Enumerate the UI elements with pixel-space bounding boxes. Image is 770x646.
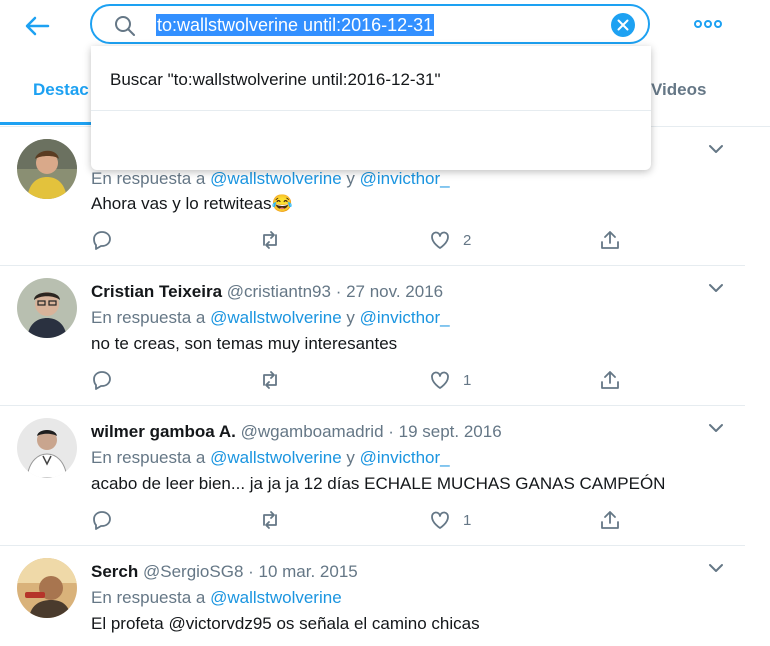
clear-search-icon[interactable]: [611, 13, 635, 37]
mention-link[interactable]: @wallstwolverine: [210, 588, 342, 607]
active-tab-indicator: [0, 122, 92, 125]
tweet-text: Ahora vas y lo retwiteas😂: [91, 194, 293, 213]
reply-context: En respuesta a @wallstwolverine: [91, 588, 342, 608]
retweet-icon[interactable]: [258, 508, 282, 532]
back-arrow-icon[interactable]: [22, 11, 52, 41]
author-name[interactable]: Serch: [91, 562, 138, 581]
reply-prefix: En respuesta a: [91, 169, 211, 188]
search-suggestion-item[interactable]: Buscar "to:wallstwolverine until:2016-12…: [110, 70, 441, 90]
reply-icon[interactable]: [90, 368, 114, 392]
reply-prefix: En respuesta a: [91, 448, 211, 467]
reply-context: En respuesta a @wallstwolverine y @invic…: [91, 308, 450, 328]
tweet-header: wilmer gamboa A. @wgamboamadrid · 19 sep…: [91, 422, 502, 442]
like-count: 2: [463, 232, 472, 249]
mention-link[interactable]: @wallstwolverine: [210, 308, 342, 327]
separator: ·: [243, 562, 259, 581]
tweet[interactable]: Serch @SergioSG8 · 10 mar. 2015 En respu…: [0, 546, 745, 646]
reply-joiner: y: [341, 448, 360, 467]
tab-destacados[interactable]: Destac: [33, 80, 89, 100]
like-icon[interactable]: [428, 228, 452, 252]
tab-videos[interactable]: Videos: [651, 80, 706, 100]
chevron-down-icon[interactable]: [707, 279, 725, 297]
author-handle[interactable]: @wgamboamadrid: [241, 422, 384, 441]
tweet-header: Serch @SergioSG8 · 10 mar. 2015: [91, 562, 358, 582]
mention-link[interactable]: @wallstwolverine: [210, 448, 342, 467]
separator: ·: [330, 282, 347, 301]
mention-link[interactable]: @invicthor_: [360, 308, 450, 327]
like-count: 1: [463, 372, 472, 389]
tweet-date[interactable]: 10 mar. 2015: [259, 562, 358, 581]
reply-context: En respuesta a @wallstwolverine y @invic…: [91, 448, 450, 468]
reply-joiner: y: [341, 308, 360, 327]
mention-link[interactable]: @wallstwolverine: [210, 169, 342, 188]
tweet-text: no te creas, son temas muy interesantes: [91, 334, 398, 353]
retweet-icon[interactable]: [258, 228, 282, 252]
search-box[interactable]: to:wallstwolverine until:2016-12-31: [90, 4, 650, 44]
reply-joiner: y: [341, 169, 360, 188]
mention-link[interactable]: @invicthor_: [360, 448, 450, 467]
avatar[interactable]: [17, 278, 77, 338]
reply-icon[interactable]: [90, 508, 114, 532]
mention-link[interactable]: @invicthor_: [360, 169, 450, 188]
tweet-text: acabo de leer bien... ja ja ja 12 días E…: [91, 474, 666, 493]
chevron-down-icon[interactable]: [707, 419, 725, 437]
tweet[interactable]: wilmer gamboa A. @wgamboamadrid · 19 sep…: [0, 406, 745, 546]
search-input[interactable]: to:wallstwolverine until:2016-12-31: [156, 14, 435, 36]
like-count: 1: [463, 512, 472, 529]
avatar[interactable]: [17, 558, 77, 618]
retweet-icon[interactable]: [258, 368, 282, 392]
separator: ·: [383, 422, 399, 441]
author-handle[interactable]: @SergioSG8: [143, 562, 243, 581]
tweet-header: Cristian Teixeira @cristiantn93 · 27 nov…: [91, 282, 443, 302]
chevron-down-icon[interactable]: [707, 559, 725, 577]
tweet-date[interactable]: 27 nov. 2016: [346, 282, 443, 301]
reply-prefix: En respuesta a: [91, 588, 211, 607]
reply-prefix: En respuesta a: [91, 308, 211, 327]
author-name[interactable]: wilmer gamboa A.: [91, 422, 236, 441]
reply-context: En respuesta a @wallstwolverine y @invic…: [91, 169, 450, 189]
avatar[interactable]: [17, 139, 77, 199]
author-handle[interactable]: @cristiantn93: [227, 282, 331, 301]
avatar[interactable]: [17, 418, 77, 478]
like-icon[interactable]: [428, 368, 452, 392]
top-bar: to:wallstwolverine until:2016-12-31: [0, 0, 770, 50]
share-icon[interactable]: [598, 228, 622, 252]
tweet-date[interactable]: 19 sept. 2016: [399, 422, 502, 441]
more-options-icon[interactable]: [694, 12, 724, 36]
divider: [91, 110, 651, 111]
tweet-text: El profeta @victorvdz95 os señala el cam…: [91, 614, 480, 633]
share-icon[interactable]: [598, 368, 622, 392]
chevron-down-icon[interactable]: [707, 140, 725, 158]
tweet[interactable]: Cristian Teixeira @cristiantn93 · 27 nov…: [0, 266, 745, 406]
author-name[interactable]: Cristian Teixeira: [91, 282, 222, 301]
search-icon: [114, 15, 136, 37]
share-icon[interactable]: [598, 508, 622, 532]
search-suggestions-dropdown: Buscar "to:wallstwolverine until:2016-12…: [91, 46, 651, 170]
reply-icon[interactable]: [90, 228, 114, 252]
like-icon[interactable]: [428, 508, 452, 532]
